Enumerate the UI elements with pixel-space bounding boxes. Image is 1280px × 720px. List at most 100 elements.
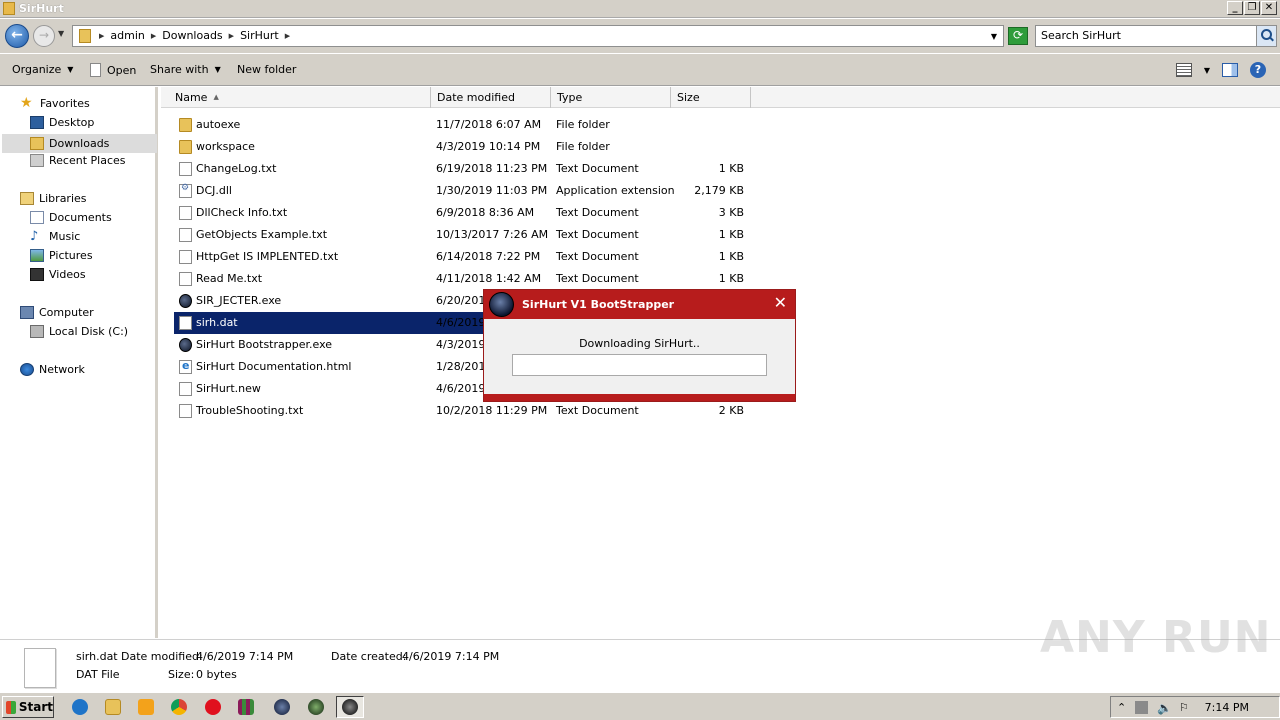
address-bar: ← → ▼ ▶ admin ▶ Downloads ▶ SirHurt ▶ ▼ …: [0, 19, 1280, 53]
nav-libraries[interactable]: Libraries: [20, 192, 87, 205]
nav-downloads[interactable]: Downloads: [2, 134, 157, 153]
address-history-dropdown[interactable]: ▼: [991, 32, 997, 41]
show-hidden-icons-icon[interactable]: ⌃: [1117, 701, 1130, 714]
file-row[interactable]: autoexe 11/7/2018 6:07 AM File folder: [174, 114, 754, 136]
bootstrapper-dialog[interactable]: SirHurt V1 BootStrapper ✕ Downloading Si…: [483, 289, 796, 402]
minimize-button[interactable]: _: [1227, 1, 1243, 15]
action-center-flag-icon[interactable]: ⚐: [1179, 701, 1192, 714]
nav-music[interactable]: ♪ Music: [30, 230, 80, 243]
preview-pane-icon[interactable]: [1222, 63, 1238, 77]
nav-local-disk[interactable]: Local Disk (C:): [30, 325, 128, 338]
clock[interactable]: 7:14 PM: [1205, 701, 1249, 714]
taskbar-ie[interactable]: [66, 696, 94, 718]
file-name: HttpGet IS IMPLENTED.txt: [196, 250, 339, 263]
taskbar-app[interactable]: [302, 696, 330, 718]
file-size: 1 KB: [718, 272, 744, 285]
network-status-icon[interactable]: [1135, 701, 1148, 714]
taskbar-media-player[interactable]: [132, 696, 160, 718]
share-with-button[interactable]: Share with ▼: [150, 63, 221, 76]
taskbar-winrar[interactable]: [232, 696, 260, 718]
maximize-button[interactable]: ❐: [1244, 1, 1260, 15]
taskbar-chrome[interactable]: [165, 696, 193, 718]
breadcrumb: ▶ admin ▶ Downloads ▶ SirHurt ▶: [99, 29, 290, 42]
column-date-label: Date modified: [437, 91, 515, 104]
file-row[interactable]: DllCheck Info.txt 6/9/2018 8:36 AM Text Do…: [174, 202, 754, 224]
nav-recent-places-label: Recent Places: [49, 154, 126, 167]
nav-computer-label: Computer: [39, 306, 94, 319]
file-row[interactable]: TroubleShooting.txt 10/2/2018 11:29 PM Tex…: [174, 400, 754, 422]
breadcrumb-admin[interactable]: admin: [110, 29, 144, 42]
taskbar-sirhurt[interactable]: [268, 696, 296, 718]
organize-button[interactable]: Organize ▼: [12, 63, 73, 76]
taskbar-bootstrapper[interactable]: [336, 696, 364, 718]
chevron-right-icon[interactable]: ▶: [151, 32, 156, 40]
forward-button[interactable]: →: [33, 25, 55, 47]
search-input[interactable]: [1041, 29, 1251, 42]
file-type: Text Document: [556, 228, 639, 241]
opera-icon: [205, 699, 221, 715]
dialog-title-bar[interactable]: SirHurt V1 BootStrapper ✕: [484, 290, 795, 319]
window-title: SirHurt: [19, 2, 64, 15]
search-box[interactable]: [1035, 25, 1277, 47]
nav-network[interactable]: Network: [20, 363, 85, 376]
column-size[interactable]: Size: [671, 87, 751, 108]
share-with-label: Share with: [150, 63, 209, 76]
volume-icon[interactable]: 🔈: [1157, 701, 1172, 715]
nav-videos[interactable]: Videos: [30, 268, 86, 281]
file-size: 1 KB: [718, 250, 744, 263]
taskbar-explorer[interactable]: [99, 696, 127, 718]
refresh-button[interactable]: ⟳: [1008, 27, 1028, 45]
chrome-icon: [171, 699, 187, 715]
network-icon: [20, 363, 34, 376]
file-row[interactable]: workspace 4/3/2019 10:14 PM File folder: [174, 136, 754, 158]
search-icon[interactable]: [1256, 26, 1276, 46]
nav-computer[interactable]: Computer: [20, 306, 94, 319]
chevron-right-icon[interactable]: ▶: [99, 32, 104, 40]
ie-icon: [72, 699, 88, 715]
new-folder-button[interactable]: New folder: [237, 63, 296, 76]
address-field[interactable]: ▶ admin ▶ Downloads ▶ SirHurt ▶ ▼: [72, 25, 1004, 47]
nav-desktop[interactable]: Desktop: [30, 116, 94, 129]
details-created-label: Date created:: [331, 650, 407, 663]
file-type: File folder: [556, 140, 610, 153]
change-view-icon[interactable]: [1175, 63, 1192, 77]
chevron-right-icon[interactable]: ▶: [229, 32, 234, 40]
breadcrumb-downloads[interactable]: Downloads: [162, 29, 222, 42]
window-title-bar[interactable]: SirHurt _ ❐ ✕: [0, 0, 1280, 18]
column-headers: Name ▲ Date modified Type Size: [161, 87, 1280, 108]
dialog-close-button[interactable]: ✕: [774, 295, 787, 311]
file-row[interactable]: ChangeLog.txt 6/19/2018 11:23 PM Text Docu…: [174, 158, 754, 180]
nav-pictures-label: Pictures: [49, 249, 93, 262]
file-row[interactable]: DCJ.dll 1/30/2019 11:03 PM Application ext…: [174, 180, 754, 202]
file-size: 2,179 KB: [694, 184, 744, 197]
close-button[interactable]: ✕: [1261, 1, 1277, 15]
nav-pictures[interactable]: Pictures: [30, 249, 93, 262]
nav-favorites[interactable]: ★ Favorites: [20, 95, 90, 111]
column-name[interactable]: Name ▲: [169, 87, 431, 108]
file-size: 1 KB: [718, 162, 744, 175]
column-date-modified[interactable]: Date modified: [431, 87, 551, 108]
taskbar-opera[interactable]: [199, 696, 227, 718]
hard-disk-icon: [30, 325, 44, 338]
watermark-logo: ANY RUN: [1040, 612, 1272, 663]
file-row[interactable]: HttpGet IS IMPLENTED.txt 6/14/2018 7:22 P…: [174, 246, 754, 268]
breadcrumb-sirhurt[interactable]: SirHurt: [240, 29, 279, 42]
file-row[interactable]: Read Me.txt 4/11/2018 1:42 AM Text Documen…: [174, 268, 754, 290]
text-file-icon: [179, 404, 192, 418]
recent-pages-dropdown[interactable]: ▼: [58, 29, 64, 38]
start-button[interactable]: Start: [2, 696, 54, 718]
nav-documents[interactable]: Documents: [30, 211, 112, 224]
details-size-label: Size:: [168, 668, 195, 681]
nav-desktop-label: Desktop: [49, 116, 95, 129]
back-button[interactable]: ←: [5, 24, 29, 48]
nav-recent-places[interactable]: Recent Places: [30, 154, 126, 167]
file-row[interactable]: GetObjects Example.txt 10/13/2017 7:26 AM…: [174, 224, 754, 246]
column-type[interactable]: Type: [551, 87, 671, 108]
chevron-down-icon[interactable]: ▼: [1204, 66, 1210, 75]
media-player-icon: [138, 699, 154, 715]
help-icon[interactable]: ?: [1250, 62, 1266, 78]
chevron-right-icon[interactable]: ▶: [285, 32, 290, 40]
star-icon: ★: [20, 95, 33, 111]
exe-file-icon: [179, 294, 192, 308]
open-button[interactable]: Open: [90, 63, 136, 77]
